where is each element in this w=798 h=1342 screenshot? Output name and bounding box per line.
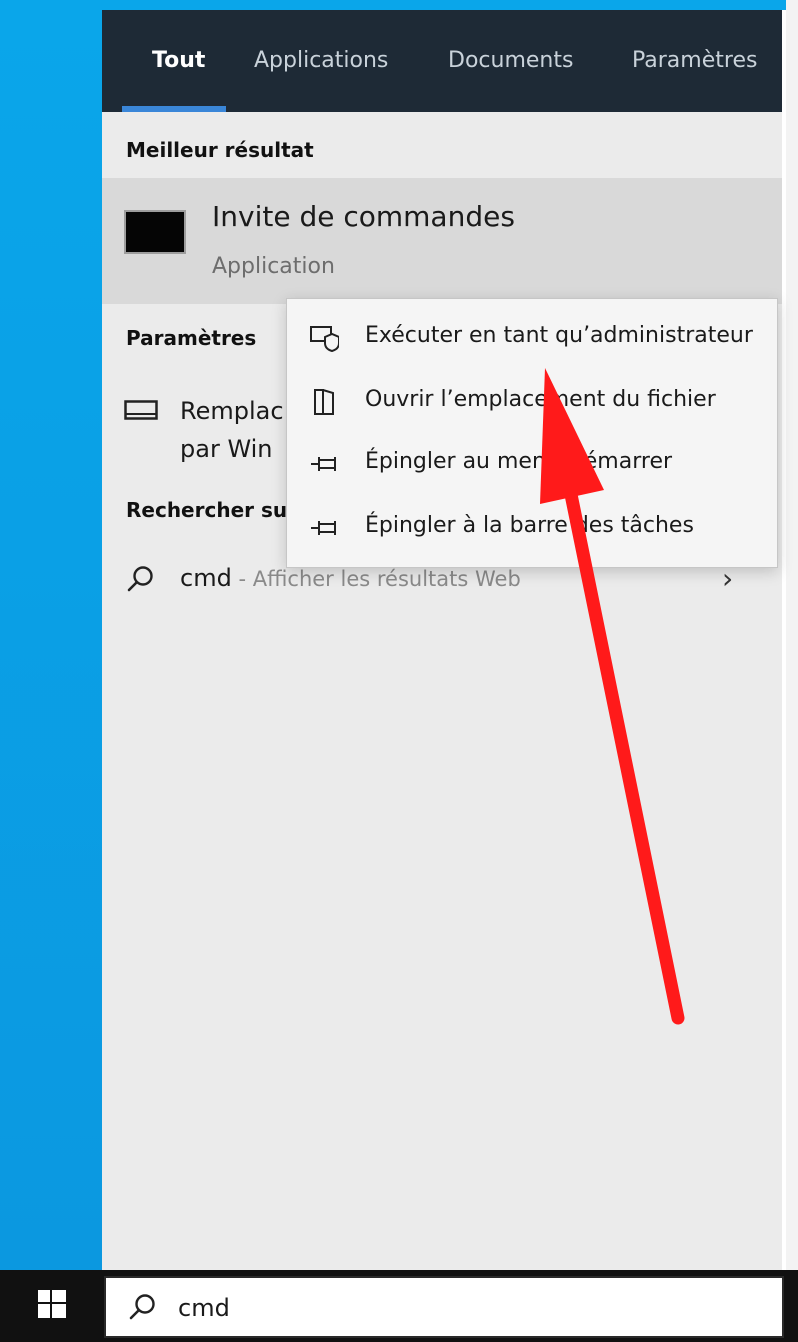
web-query: cmd (180, 564, 232, 592)
best-match-result[interactable]: Invite de commandes Application (102, 178, 782, 304)
menu-label-run-as-admin: Exécuter en tant qu’administrateur (365, 323, 753, 348)
result-name: Invite de commandes (212, 200, 515, 233)
start-button[interactable] (0, 1270, 102, 1342)
tab-applications[interactable]: Applications (254, 44, 388, 84)
tab-settings[interactable]: Paramètres (632, 44, 757, 84)
menu-item-open-file-location[interactable]: Ouvrir l’emplacement du fichier (287, 373, 777, 435)
best-match-heading: Meilleur résultat (126, 138, 314, 162)
search-panel: Tout Applications Documents Paramètres M… (102, 10, 782, 1270)
taskbar-search-box[interactable] (104, 1276, 784, 1338)
taskbar (0, 1270, 798, 1342)
pin-icon (311, 457, 336, 471)
search-input[interactable] (178, 1288, 758, 1328)
command-prompt-icon (124, 210, 186, 254)
search-icon (127, 566, 153, 592)
search-tabs: Tout Applications Documents Paramètres (102, 10, 782, 112)
settings-heading: Paramètres (126, 326, 257, 350)
web-search-heading: Rechercher su (126, 498, 288, 522)
tab-all[interactable]: Tout (152, 44, 205, 84)
menu-item-run-as-admin[interactable]: Exécuter en tant qu’administrateur (287, 309, 777, 371)
menu-label-open-file-location: Ouvrir l’emplacement du fichier (365, 387, 716, 412)
menu-item-pin-to-taskbar[interactable]: Épingler à la barre des tâches (287, 499, 777, 561)
result-type: Application (212, 254, 335, 279)
tab-documents[interactable]: Documents (448, 44, 573, 84)
menu-label-pin-to-start: Épingler au menu Démarrer (365, 449, 673, 474)
monitor-icon (124, 400, 158, 420)
context-menu: Exécuter en tant qu’administrateur Ouvri… (286, 298, 778, 568)
web-result-suffix: - Afficher les résultats Web (231, 567, 521, 591)
web-result-text: cmd - Afficher les résultats Web (180, 564, 521, 592)
pin-icon (311, 521, 336, 535)
menu-item-pin-to-start[interactable]: Épingler au menu Démarrer (287, 435, 777, 497)
windows-logo-icon (38, 1290, 66, 1318)
search-icon (129, 1294, 155, 1320)
desktop-background-top (0, 0, 798, 10)
panel-edge (786, 0, 798, 1270)
active-tab-indicator (122, 106, 226, 112)
run-as-admin-icon (310, 326, 339, 353)
menu-label-pin-to-taskbar: Épingler à la barre des tâches (365, 513, 694, 538)
desktop-background (0, 0, 102, 1270)
open-file-location-icon (314, 389, 334, 415)
